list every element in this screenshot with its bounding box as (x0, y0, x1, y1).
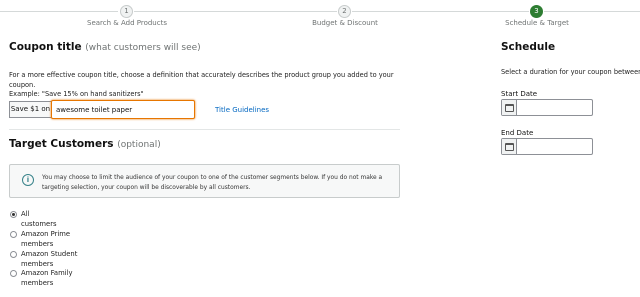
target-customers-heading: Target Customers (optional) (9, 138, 161, 150)
stepper-line (134, 11, 337, 12)
coupon-prefix-label: Save $1 on (9, 101, 51, 118)
radio-amazon-family[interactable] (10, 270, 17, 277)
title-guidelines-link[interactable]: Title Guidelines (215, 106, 269, 114)
step-2-circle[interactable]: 2 (338, 5, 351, 18)
start-date-field[interactable] (501, 99, 593, 116)
radio-label-amazon-family[interactable]: Amazon Family members (21, 268, 81, 288)
section-divider (9, 129, 400, 130)
step-1-circle[interactable]: 1 (120, 5, 133, 18)
end-date-label: End Date (501, 129, 534, 137)
step-2-label[interactable]: Budget & Discount (312, 19, 378, 27)
coupon-title-heading: Coupon title (what customers will see) (9, 41, 201, 53)
coupon-title-input[interactable] (51, 100, 195, 119)
step-3-label: Schedule & Target (505, 19, 569, 27)
end-date-field[interactable] (501, 138, 593, 155)
targeting-info-text: You may choose to limit the audience of … (42, 175, 383, 191)
coupon-title-example: Example: "Save 15% on hand sanitizers" (9, 90, 144, 98)
radio-all-customers[interactable] (10, 211, 17, 218)
coupon-title-heading-hint: (what customers will see) (85, 43, 201, 53)
coupon-title-help-text: For a more effective coupon title, choos… (9, 71, 394, 89)
end-date-calendar-button[interactable] (502, 139, 517, 154)
stepper-line (0, 11, 118, 12)
radio-label-all-customers[interactable]: All customers (21, 209, 61, 229)
coupon-title-description: For a more effective coupon title, choos… (9, 71, 409, 100)
info-icon: i (22, 174, 34, 186)
target-customers-heading-text: Target Customers (9, 138, 114, 150)
radio-label-amazon-student[interactable]: Amazon Student members (21, 249, 81, 269)
step-1-label[interactable]: Search & Add Products (87, 19, 167, 27)
step-3-circle: 3 (530, 5, 543, 18)
radio-amazon-student[interactable] (10, 251, 17, 258)
start-date-calendar-button[interactable] (502, 100, 517, 115)
radio-label-amazon-prime[interactable]: Amazon Prime members (21, 229, 81, 249)
calendar-icon (505, 104, 514, 112)
calendar-icon (505, 143, 514, 151)
stepper-line (544, 11, 640, 12)
schedule-description: Select a duration for your coupon betwee… (501, 68, 640, 76)
radio-amazon-prime[interactable] (10, 231, 17, 238)
targeting-info-box: i You may choose to limit the audience o… (9, 164, 400, 198)
schedule-heading: Schedule (501, 41, 556, 53)
coupon-title-heading-text: Coupon title (9, 41, 82, 53)
start-date-label: Start Date (501, 90, 538, 98)
stepper-line (352, 11, 529, 12)
target-customers-heading-hint: (optional) (117, 140, 161, 150)
